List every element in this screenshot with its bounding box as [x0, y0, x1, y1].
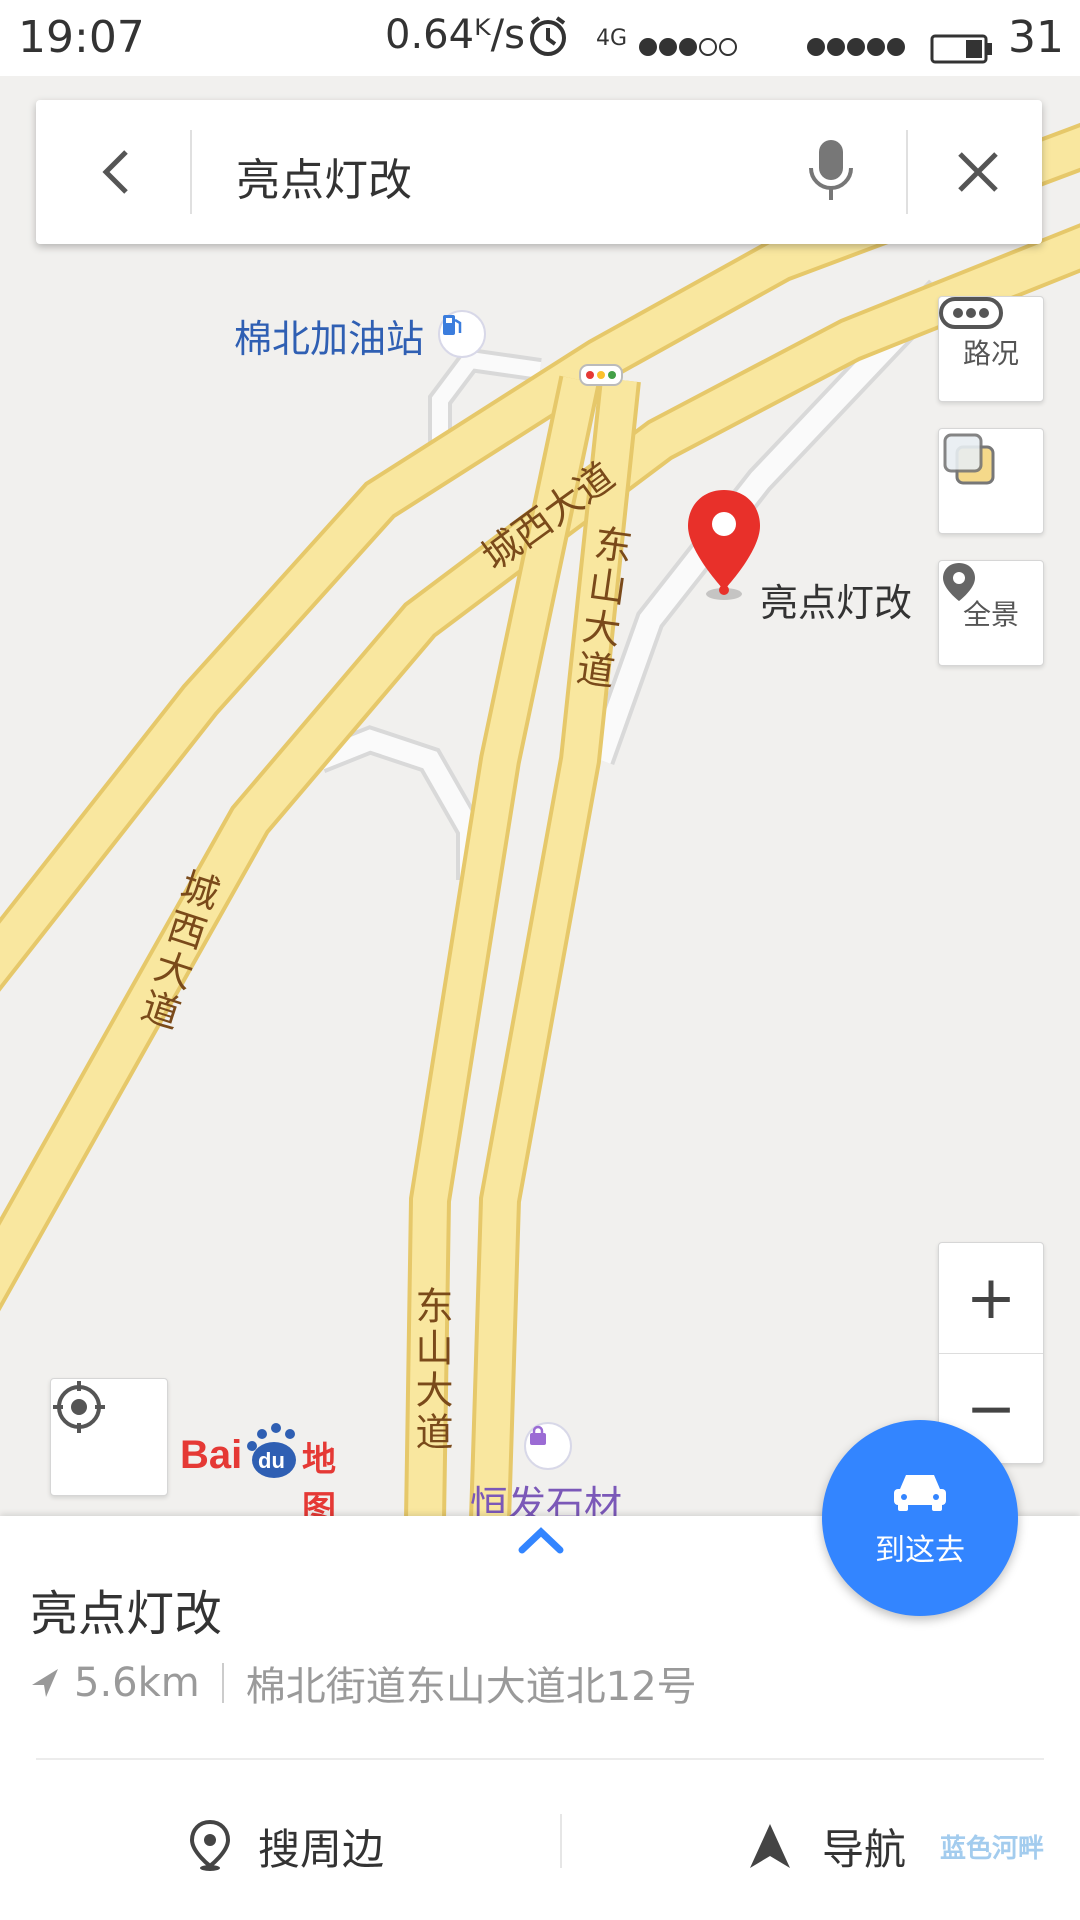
go-here-button[interactable]: 到这去 [822, 1420, 1018, 1616]
svg-text:Bai: Bai [180, 1433, 242, 1477]
place-address: 棉北街道东山大道北12号 [245, 1664, 697, 1710]
go-here-label: 到这去 [875, 1533, 965, 1568]
voice-search-button[interactable] [806, 136, 856, 206]
zoom-in-button[interactable]: + [939, 1243, 1043, 1353]
shopping-bag-icon[interactable] [524, 1422, 572, 1470]
divider [221, 1663, 224, 1703]
navigate-button[interactable]: 导航 [748, 1806, 906, 1886]
map-canvas[interactable]: 城西大道 城西大道 东山大道 东山大道 棉北加油站 亮点灯改 恒发石材 路况 全… [0, 76, 1080, 1516]
search-bar: 亮点灯改 [36, 100, 1042, 244]
poi-gas-station-label[interactable]: 棉北加油站 [234, 308, 424, 363]
battery-icon [930, 24, 994, 75]
poi-shop-label[interactable]: 恒发石材 [470, 1474, 622, 1516]
divider [560, 1814, 562, 1868]
status-network-type: 4G [596, 26, 628, 51]
divider [36, 1758, 1044, 1760]
direction-arrow-icon [32, 1669, 58, 1697]
location-pin-icon [189, 1820, 231, 1871]
search-input[interactable]: 亮点灯改 [236, 144, 412, 208]
locate-icon [53, 1381, 105, 1433]
place-distance: 5.6km [74, 1660, 200, 1706]
place-meta: 5.6km 棉北街道东山大道北12号 [30, 1654, 697, 1712]
traffic-label: 路况 [962, 337, 1019, 370]
battery-level: 31 [1008, 12, 1064, 63]
microphone-icon [809, 140, 853, 200]
divider [906, 130, 908, 214]
clear-button[interactable] [946, 140, 1010, 204]
poi-destination-label[interactable]: 亮点灯改 [760, 572, 912, 627]
chevron-left-icon [102, 150, 128, 194]
status-time: 19:07 [18, 12, 145, 63]
layers-icon [943, 433, 995, 485]
divider [190, 130, 192, 214]
traffic-button[interactable]: 路况 [938, 296, 1044, 402]
chevron-up-icon[interactable] [516, 1522, 566, 1558]
close-icon [958, 152, 998, 192]
search-nearby-button[interactable]: 搜周边 [188, 1806, 384, 1886]
gas-station-icon[interactable] [438, 310, 486, 358]
panorama-button[interactable]: 全景 [938, 560, 1044, 666]
svg-text:du: du [258, 1448, 285, 1473]
status-bar: 19:07 0.64ᴷ/s 4G 31 [0, 0, 1080, 76]
navigation-arrow-icon [750, 1824, 790, 1868]
panorama-pin-icon [943, 563, 975, 601]
search-nearby-label: 搜周边 [258, 1824, 385, 1874]
navigate-label: 导航 [822, 1824, 907, 1874]
road-label: 东山大道 [409, 1286, 453, 1454]
signal-icon [638, 22, 738, 73]
car-icon [894, 1475, 946, 1511]
back-button[interactable] [86, 140, 150, 204]
watermark: 蓝色河畔 [940, 1834, 1045, 1864]
logo-text: 地图 [302, 1441, 336, 1516]
alarm-icon [526, 14, 570, 69]
layers-button[interactable] [938, 428, 1044, 534]
traffic-icon [939, 297, 1003, 329]
status-network-speed: 0.64ᴷ/s [385, 12, 525, 58]
locate-button[interactable] [50, 1378, 168, 1496]
place-name: 亮点灯改 [30, 1586, 223, 1642]
signal-icon [806, 22, 906, 73]
map-pin-icon[interactable] [684, 486, 764, 602]
